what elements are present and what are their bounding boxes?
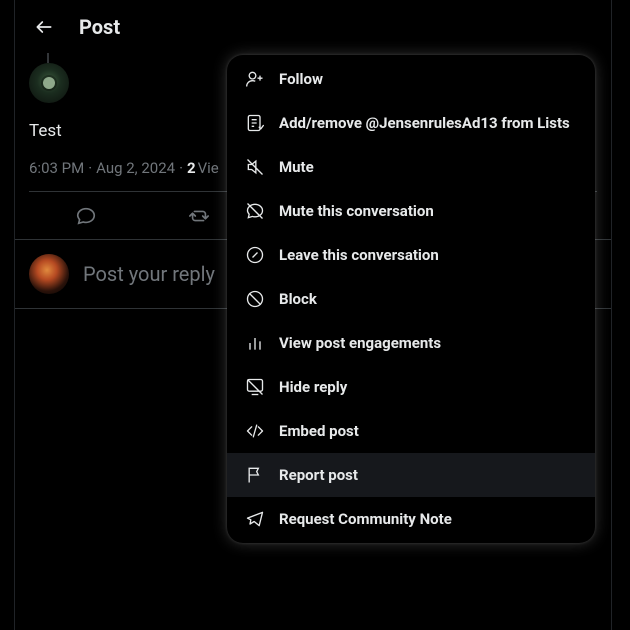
menu-item-mute[interactable]: Mute bbox=[227, 145, 595, 189]
user-avatar[interactable] bbox=[29, 254, 69, 294]
menu-item-label: Report post bbox=[279, 466, 358, 484]
meta-separator: · bbox=[179, 159, 183, 177]
list-icon bbox=[245, 113, 265, 133]
menu-item-label: Embed post bbox=[279, 422, 359, 440]
page-title: Post bbox=[79, 15, 120, 39]
post-actions-menu[interactable]: Follow Add/remove @JensenrulesAd13 from L… bbox=[227, 55, 595, 543]
menu-item-report[interactable]: Report post bbox=[227, 453, 595, 497]
menu-item-label: Block bbox=[279, 290, 317, 308]
engagements-icon bbox=[245, 333, 265, 353]
menu-item-leave[interactable]: Leave this conversation bbox=[227, 233, 595, 277]
views-label: Vie bbox=[198, 159, 219, 177]
hide-icon bbox=[245, 377, 265, 397]
post-time[interactable]: 6:03 PM bbox=[29, 159, 84, 177]
menu-item-mute-convo[interactable]: Mute this conversation bbox=[227, 189, 595, 233]
menu-item-follow[interactable]: Follow bbox=[227, 57, 595, 101]
menu-item-list[interactable]: Add/remove @JensenrulesAd13 from Lists bbox=[227, 101, 595, 145]
report-icon bbox=[245, 465, 265, 485]
reply-button[interactable] bbox=[29, 205, 143, 227]
embed-icon bbox=[245, 421, 265, 441]
mute-convo-icon bbox=[245, 201, 265, 221]
mute-icon bbox=[245, 157, 265, 177]
page-header: Post bbox=[15, 0, 611, 53]
menu-item-label: Add/remove @JensenrulesAd13 from Lists bbox=[279, 114, 570, 132]
post-date[interactable]: Aug 2, 2024 bbox=[96, 159, 175, 177]
menu-item-label: Request Community Note bbox=[279, 510, 452, 528]
menu-item-engagements[interactable]: View post engagements bbox=[227, 321, 595, 365]
arrow-left-icon bbox=[34, 17, 54, 37]
menu-item-label: Mute bbox=[279, 158, 314, 176]
thread-connector-line bbox=[47, 53, 49, 63]
back-button[interactable] bbox=[27, 10, 61, 44]
menu-item-label: View post engagements bbox=[279, 334, 441, 352]
meta-separator: · bbox=[88, 159, 92, 177]
leave-icon bbox=[245, 245, 265, 265]
menu-item-label: Mute this conversation bbox=[279, 202, 434, 220]
author-avatar[interactable] bbox=[29, 63, 69, 103]
menu-item-hide[interactable]: Hide reply bbox=[227, 365, 595, 409]
reply-icon bbox=[75, 205, 97, 227]
menu-item-block[interactable]: Block bbox=[227, 277, 595, 321]
menu-item-label: Leave this conversation bbox=[279, 246, 439, 264]
menu-item-note[interactable]: Request Community Note bbox=[227, 497, 595, 541]
menu-item-label: Hide reply bbox=[279, 378, 347, 396]
views-count[interactable]: 2 bbox=[187, 159, 196, 177]
repost-icon bbox=[188, 205, 210, 227]
menu-item-embed[interactable]: Embed post bbox=[227, 409, 595, 453]
note-icon bbox=[245, 509, 265, 529]
block-icon bbox=[245, 289, 265, 309]
follow-icon bbox=[245, 69, 265, 89]
menu-item-label: Follow bbox=[279, 70, 323, 88]
